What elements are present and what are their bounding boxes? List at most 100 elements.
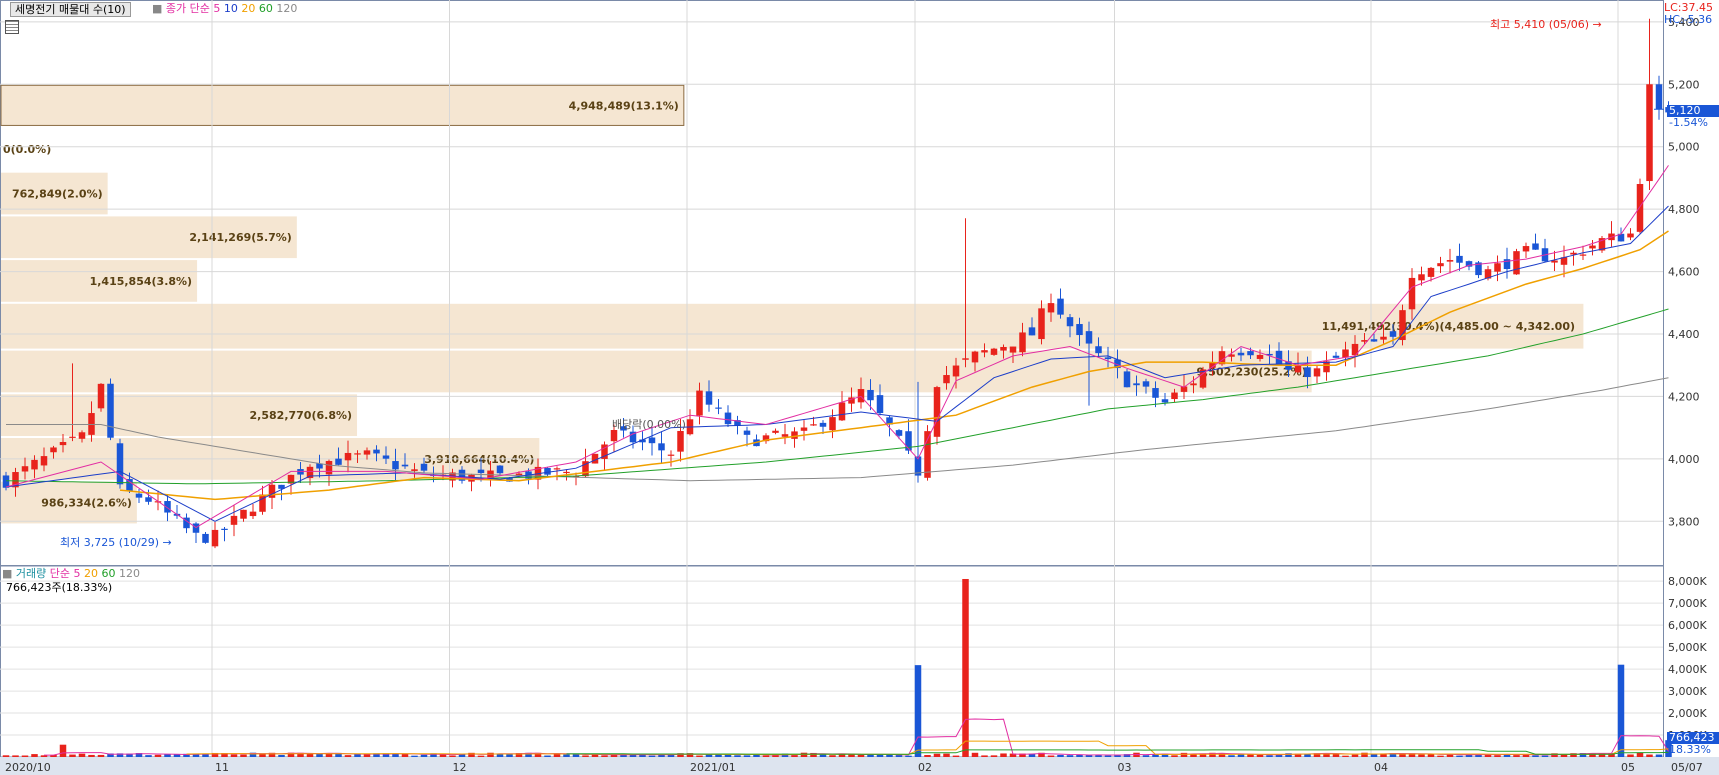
volume-bar	[401, 753, 409, 757]
candle-body	[1437, 263, 1444, 267]
candle-body	[1456, 255, 1463, 263]
volume-profile-label: 986,334(2.6%)	[41, 497, 132, 510]
candle-body	[1304, 367, 1311, 378]
volume-bar	[1418, 754, 1425, 757]
candle-body	[819, 422, 827, 427]
volume-bar	[88, 754, 95, 757]
volume-tick-label: 8,000K	[1668, 575, 1707, 588]
candle-body	[876, 395, 884, 414]
candle-body	[1237, 352, 1245, 356]
volume-bar	[1437, 755, 1444, 757]
y-tick-label: 5,000	[1668, 141, 1700, 154]
volume-bar	[363, 754, 371, 757]
volume-bar	[829, 755, 836, 757]
volume-bar	[477, 755, 485, 757]
y-tick-label: 4,800	[1668, 203, 1700, 216]
x-tick-label: 11	[215, 761, 229, 774]
candle-body	[791, 431, 798, 439]
candle-body	[1019, 332, 1026, 353]
candle-body	[230, 515, 238, 525]
volume-bar	[905, 755, 912, 757]
volume-bar	[933, 753, 941, 757]
grid-menu-icon[interactable]	[5, 20, 19, 34]
candle-body	[1142, 381, 1150, 387]
volume-bar	[696, 755, 703, 757]
candle-body	[496, 465, 504, 474]
candle-body	[1171, 392, 1178, 400]
candle-body	[1190, 383, 1197, 386]
legend-square-icon: ■	[152, 2, 166, 15]
volume-bar	[1000, 753, 1007, 757]
volume-bar	[981, 755, 988, 757]
candle-body	[50, 447, 57, 453]
candle-body	[40, 456, 48, 466]
candle-body	[354, 453, 361, 455]
stock-chart[interactable]: 4,948,489(13.1%) 0(0.0%) 762,849(2.0%) 2,14…	[0, 0, 1719, 775]
candle-body	[1589, 245, 1596, 249]
x-axis-band	[0, 757, 1719, 775]
volume-bar	[990, 755, 998, 757]
volume-profile-label: 1,415,854(3.8%)	[90, 275, 193, 288]
candle-body	[107, 383, 114, 438]
candle-body	[1332, 355, 1340, 358]
candle-body	[1152, 388, 1159, 398]
indicator-title[interactable]: 세명전기 매물대 수(10)	[10, 2, 131, 17]
candle-body	[249, 511, 257, 517]
x-tick-label: 04	[1374, 761, 1388, 774]
candle-body	[829, 417, 836, 431]
candle-body	[97, 383, 105, 409]
candle-body	[1513, 251, 1520, 275]
volume-bar	[1237, 754, 1245, 757]
candle-body	[477, 469, 485, 474]
candle-body	[1532, 243, 1539, 250]
candle-body	[667, 454, 675, 456]
candle-body	[696, 390, 703, 416]
candle-body	[363, 450, 371, 455]
volume-bar	[952, 755, 960, 757]
candle-body	[563, 471, 570, 474]
volume-bar	[31, 754, 38, 757]
candle-body	[1076, 324, 1083, 336]
candle-body	[1000, 346, 1007, 351]
volume-tick-label: 3,000K	[1668, 685, 1707, 698]
volume-bar	[487, 752, 494, 757]
candle-body	[1256, 354, 1264, 359]
candle-body	[1370, 339, 1378, 342]
candle-body	[838, 402, 846, 421]
volume-bar	[1180, 752, 1188, 757]
vol-ma5-label: 5	[73, 567, 81, 580]
candle-body	[392, 461, 399, 470]
candle-body	[1313, 368, 1321, 377]
x-tick-label: 2021/01	[690, 761, 736, 774]
y-tick-label: 3,800	[1668, 515, 1700, 528]
candle-body	[335, 458, 342, 465]
volume-bar	[1342, 755, 1349, 757]
volume-bar	[420, 754, 428, 757]
candle-body	[145, 497, 152, 502]
candle-body	[1427, 267, 1435, 277]
price-ma-legend: ■ 종가 단순 5 10 20 60 120	[152, 2, 297, 16]
candle-body	[192, 523, 200, 533]
vol-ma120-label: 120	[119, 567, 141, 580]
volume-tick-label: 6,000K	[1668, 619, 1707, 632]
volume-bar	[97, 754, 105, 757]
volume-bar	[230, 754, 238, 757]
candle-body	[857, 389, 865, 403]
y-tick-label: 4,000	[1668, 453, 1700, 466]
candle-body	[1085, 331, 1093, 344]
candle-body	[88, 413, 95, 435]
candle-body	[59, 441, 67, 446]
candle-body	[943, 375, 950, 384]
candle-body	[1636, 184, 1644, 232]
ma60-label: 60	[258, 2, 273, 15]
volume-bar	[1494, 755, 1501, 757]
candle-body	[1389, 331, 1397, 337]
candle-body	[705, 391, 713, 405]
volume-bar	[962, 578, 969, 757]
y-tick-label: 4,400	[1668, 328, 1700, 341]
candle-body	[810, 424, 817, 426]
candle-body	[240, 509, 247, 519]
volume-bar	[1617, 664, 1625, 757]
x-tick-label: 2020/10	[5, 761, 51, 774]
candle-body	[990, 348, 998, 355]
